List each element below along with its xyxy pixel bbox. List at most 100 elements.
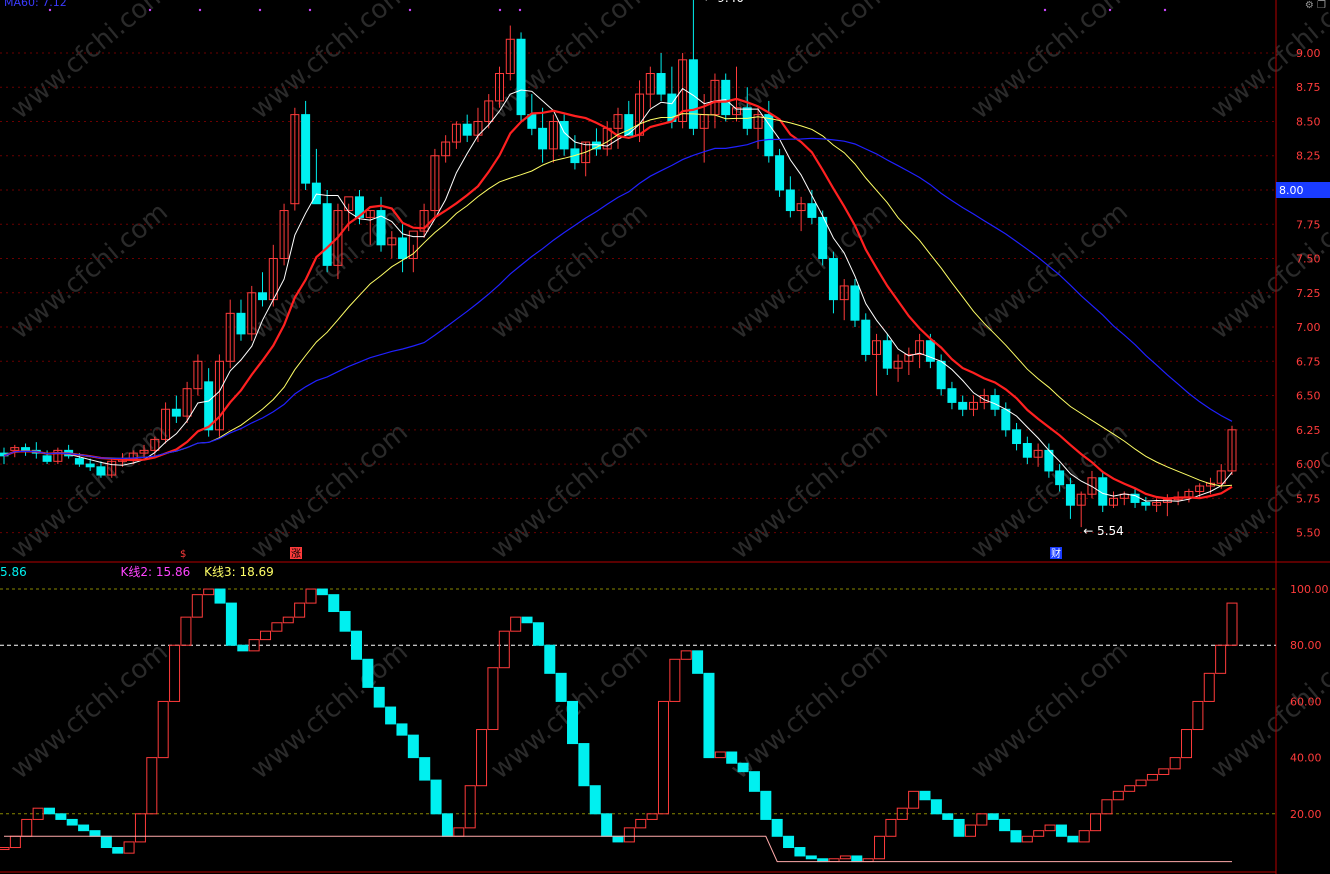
watermark-text: www.cfchi.com	[245, 417, 414, 565]
watermark-text: www.cfchi.com	[725, 417, 894, 565]
ma60-line	[3, 137, 1233, 460]
watermark-text: www.cfchi.com	[965, 0, 1134, 125]
top-marker-dot	[258, 8, 262, 12]
candle-body	[1055, 470, 1065, 486]
candle-body	[861, 319, 871, 355]
indicator-bar	[1078, 830, 1090, 843]
price-tick-label: 7.25	[1296, 287, 1321, 300]
watermark-text: www.cfchi.com	[485, 197, 654, 345]
indicator-bar	[487, 667, 499, 731]
indicator-bar	[930, 799, 942, 815]
indicator-bar	[294, 602, 306, 618]
indicator-tick-label: 100.00	[1290, 583, 1329, 596]
k3-label: K线3: 18.69	[204, 565, 274, 579]
indicator-bar	[1215, 644, 1227, 674]
watermark-text: www.cfchi.com	[245, 0, 414, 125]
indicator-bar	[1021, 835, 1033, 843]
candle-body	[204, 381, 214, 431]
indicator-bar	[851, 855, 863, 863]
candle-body	[775, 155, 785, 191]
candle-body	[1012, 429, 1022, 445]
window-controls[interactable]: ⚙ ❐	[1305, 0, 1326, 11]
top-marker-dot	[148, 8, 152, 12]
watermark-text: www.cfchi.com	[5, 0, 174, 125]
indicator-bar	[225, 602, 237, 646]
indicator-bar	[0, 847, 10, 851]
price-tick-label: 6.00	[1296, 458, 1321, 471]
candle-body	[1001, 408, 1011, 431]
marker-cai: 财	[1051, 547, 1061, 560]
watermark-text: www.cfchi.com	[965, 197, 1134, 345]
indicator-bar	[66, 818, 78, 826]
indicator-bar	[612, 835, 624, 843]
watermark-text: www.cfchi.com	[965, 417, 1134, 565]
candle-body	[1141, 501, 1151, 506]
candle-body	[947, 388, 957, 403]
candle-body	[398, 237, 408, 260]
indicator-bar	[976, 813, 988, 826]
indicator-bar	[453, 827, 465, 837]
candle-body	[516, 38, 526, 116]
indicator-bar	[305, 588, 317, 604]
candle-body	[958, 401, 968, 410]
top-marker-dot	[518, 8, 522, 12]
indicator-bar	[987, 813, 999, 820]
candle-body	[236, 312, 246, 335]
top-marker-dot	[408, 8, 412, 12]
candle-body	[624, 114, 634, 136]
indicator-bar	[521, 616, 533, 624]
indicator-bar	[680, 650, 692, 660]
candle-body	[322, 203, 332, 266]
price-tick-label: 8.25	[1296, 150, 1321, 163]
restore-icon[interactable]: ❐	[1317, 0, 1326, 11]
indicator-bar	[794, 847, 806, 857]
candle-body	[42, 455, 52, 462]
indicator-bar	[1033, 830, 1045, 837]
indicator-bar	[282, 616, 294, 624]
indicator-bar	[760, 790, 772, 820]
indicator-bar	[919, 790, 931, 801]
marker-zhang: 涨	[291, 548, 301, 560]
indicator-bar	[1181, 729, 1193, 759]
indicator-bar	[964, 824, 976, 837]
indicator-bar	[237, 644, 249, 652]
indicator-bar	[339, 611, 351, 632]
indicator-bar	[532, 622, 544, 646]
indicator-bar	[942, 813, 954, 820]
indicator-bar	[999, 818, 1011, 832]
top-marker-dot	[308, 8, 312, 12]
indicator-bar	[407, 734, 419, 759]
settings-icon[interactable]: ⚙	[1305, 0, 1314, 11]
indicator-bar	[567, 700, 579, 745]
indicator-bar	[78, 824, 90, 832]
top-marker-dot	[48, 8, 52, 12]
watermark-text: www.cfchi.com	[5, 417, 174, 565]
indicator-bar	[271, 622, 283, 632]
top-marker-dot	[1163, 8, 1167, 12]
indicator-bar	[214, 588, 226, 604]
ma60-legend: MA60: 7.12	[4, 0, 67, 9]
candle-body	[258, 292, 268, 301]
indicator-bar	[1124, 785, 1136, 792]
watermark-text: www.cfchi.com	[725, 637, 894, 785]
indicator-bar	[953, 818, 965, 837]
indicator-bar	[1135, 779, 1147, 787]
candle-body	[96, 466, 106, 476]
watermark-text: www.cfchi.com	[1205, 0, 1330, 125]
indicator-bar	[885, 818, 897, 837]
indicator-bar	[1112, 790, 1124, 801]
indicator-bar	[89, 830, 101, 837]
low-price-label: ← 5.54	[1083, 524, 1124, 538]
indicator-bar	[316, 588, 328, 596]
indicator-bar	[1101, 799, 1113, 815]
candle-body	[807, 203, 817, 218]
indicator-bar	[21, 818, 33, 837]
indicator-bar	[805, 855, 817, 860]
indicator-bar	[783, 835, 795, 849]
candle-body	[936, 360, 946, 390]
candle-body	[301, 114, 311, 184]
indicator-bar	[1203, 672, 1215, 702]
candle-body	[656, 73, 666, 95]
indicator-bar	[1169, 757, 1181, 770]
candle-body	[1065, 484, 1075, 506]
